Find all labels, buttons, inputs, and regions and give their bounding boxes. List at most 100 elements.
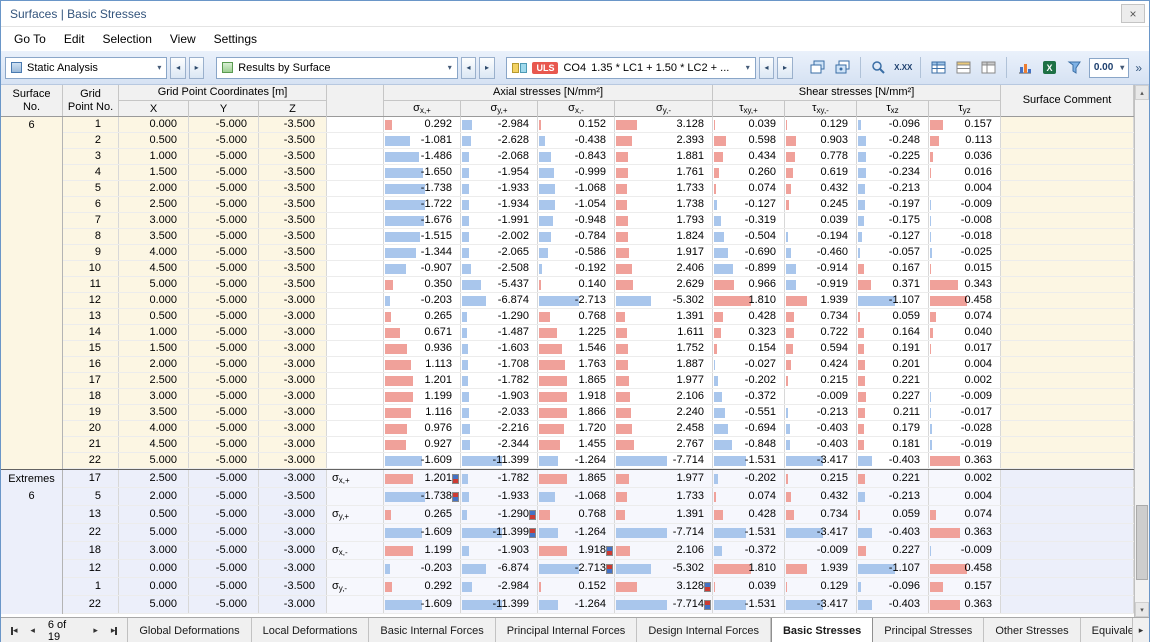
grid-point-no-cell[interactable]: 18 (63, 542, 119, 559)
stress-cell[interactable]: -0.784 (538, 229, 615, 244)
stress-cell[interactable]: 1.201 (384, 470, 461, 487)
stress-cell[interactable]: 0.002 (929, 470, 1001, 487)
stress-cell[interactable]: -0.848 (713, 437, 785, 452)
stress-cell[interactable]: -0.127 (713, 197, 785, 212)
table-row[interactable]: 2 0.500 -5.000 -3.500 -1.081 -2.628 -0.438 2.39… (63, 133, 1135, 149)
surface-comment-cell[interactable] (1001, 245, 1135, 260)
stress-cell[interactable]: -0.009 (929, 197, 1001, 212)
grid-point-no-cell[interactable]: 20 (63, 421, 119, 436)
last-table-button[interactable]: ▸ (105, 621, 123, 640)
stress-cell[interactable]: 0.265 (384, 506, 461, 523)
stress-cell[interactable]: -0.096 (857, 117, 929, 132)
coord-x-cell[interactable]: 0.000 (119, 560, 189, 577)
surface-comment-cell[interactable] (1001, 506, 1135, 523)
grid-point-no-cell[interactable]: 12 (63, 293, 119, 308)
stress-cell[interactable]: -2.065 (461, 245, 538, 260)
grid-point-no-cell[interactable]: 3 (63, 149, 119, 164)
stress-cell[interactable]: -0.192 (538, 261, 615, 276)
stress-cell[interactable]: 1.201 (384, 373, 461, 388)
stress-cell[interactable]: -0.551 (713, 405, 785, 420)
stress-cell[interactable]: 1.881 (615, 149, 713, 164)
coord-x-cell[interactable]: 5.000 (119, 524, 189, 541)
decimal-places-icon[interactable]: X.XX (892, 56, 914, 79)
coord-z-cell[interactable]: -3.000 (259, 405, 327, 420)
table-row[interactable]: 10 4.500 -5.000 -3.500 -0.907 -2.508 -0.192 2.4… (63, 261, 1135, 277)
stress-cell[interactable]: 0.966 (713, 277, 785, 292)
stress-cell[interactable]: 1.763 (538, 357, 615, 372)
surface-comment-cell[interactable] (1001, 277, 1135, 292)
tab-basic-internal-forces[interactable]: Basic Internal Forces (369, 618, 496, 642)
stress-cell[interactable]: 1.720 (538, 421, 615, 436)
coord-z-cell[interactable]: -3.500 (259, 133, 327, 148)
tab-principal-internal-forces[interactable]: Principal Internal Forces (495, 618, 638, 642)
stress-cell[interactable]: 0.936 (384, 341, 461, 356)
stress-cell[interactable]: 1.611 (615, 325, 713, 340)
grid-point-no-cell[interactable]: 10 (63, 261, 119, 276)
stress-cell[interactable]: 0.211 (857, 405, 929, 420)
stress-cell[interactable]: -0.694 (713, 421, 785, 436)
coord-z-cell[interactable]: -3.500 (259, 277, 327, 292)
excel-export-icon[interactable]: X (1038, 56, 1060, 79)
stress-cell[interactable]: 0.002 (929, 373, 1001, 388)
table-row[interactable]: 11 5.000 -5.000 -3.500 0.350 -5.437 0.140 2.629… (63, 277, 1135, 293)
stress-cell[interactable]: -1.738 (384, 181, 461, 196)
stress-cell[interactable]: 2.106 (615, 542, 713, 559)
stress-cell[interactable]: -0.018 (929, 229, 1001, 244)
stress-cell[interactable]: -7.714 (615, 596, 713, 613)
coord-x-cell[interactable]: 2.000 (119, 357, 189, 372)
stress-cell[interactable]: 2.106 (615, 389, 713, 404)
surface-comment-cell[interactable] (1001, 165, 1135, 180)
surface-comment-cell[interactable] (1001, 261, 1135, 276)
stress-cell[interactable]: -1.676 (384, 213, 461, 228)
stress-cell[interactable]: 0.191 (857, 341, 929, 356)
table-row[interactable]: 18 3.000 -5.000 -3.000 1.199 -1.903 1.918 2.106… (63, 389, 1135, 405)
tab-scroll-right-icon[interactable]: ▸ (1132, 618, 1149, 642)
stress-cell[interactable]: -1.708 (461, 357, 538, 372)
coord-x-cell[interactable]: 2.500 (119, 197, 189, 212)
menu-item-view[interactable]: View (161, 29, 205, 49)
table-row[interactable]: 21 4.500 -5.000 -3.000 0.927 -2.344 1.455 2.767… (63, 437, 1135, 453)
stress-cell[interactable]: 0.040 (929, 325, 1001, 340)
table-row[interactable]: 13 0.500 -5.000 -3.000 0.265 -1.290 0.768 1.391… (63, 309, 1135, 325)
stress-cell[interactable]: -0.025 (929, 245, 1001, 260)
surface-comment-cell[interactable] (1001, 229, 1135, 244)
grid-point-no-cell[interactable]: 22 (63, 453, 119, 468)
stress-cell[interactable]: -2.984 (461, 117, 538, 132)
coord-x-cell[interactable]: 4.500 (119, 261, 189, 276)
search-icon[interactable] (867, 56, 889, 79)
coord-y-cell[interactable]: -5.000 (189, 578, 259, 595)
stress-cell[interactable]: 1.866 (538, 405, 615, 420)
stress-cell[interactable]: -1.609 (384, 596, 461, 613)
stress-cell[interactable]: -0.586 (538, 245, 615, 260)
table-row[interactable]: 8 3.500 -5.000 -3.500 -1.515 -2.002 -0.784 1.82… (63, 229, 1135, 245)
table-view-icon[interactable] (927, 56, 949, 79)
coord-z-cell[interactable]: -3.500 (259, 229, 327, 244)
grid-point-no-cell[interactable]: 16 (63, 357, 119, 372)
stress-cell[interactable]: -11.399 (461, 524, 538, 541)
coord-z-cell[interactable]: -3.500 (259, 488, 327, 505)
grid-point-no-cell[interactable]: 22 (63, 524, 119, 541)
stress-cell[interactable]: -0.372 (713, 542, 785, 559)
coord-x-cell[interactable]: 0.500 (119, 309, 189, 324)
prev-table-button[interactable]: ◂ (24, 621, 41, 640)
stress-cell[interactable]: 0.619 (785, 165, 857, 180)
stress-cell[interactable]: 1.918 (538, 389, 615, 404)
surface-comment-cell[interactable] (1001, 389, 1135, 404)
grid-point-no-cell[interactable]: 21 (63, 437, 119, 452)
stress-cell[interactable]: -1.486 (384, 149, 461, 164)
stress-cell[interactable]: -0.438 (538, 133, 615, 148)
coord-y-cell[interactable]: -5.000 (189, 524, 259, 541)
coord-z-cell[interactable]: -3.000 (259, 506, 327, 523)
combo-next-button[interactable]: ▸ (777, 56, 793, 79)
table-row[interactable]: 9 4.000 -5.000 -3.500 -1.344 -2.065 -0.586 1.91… (63, 245, 1135, 261)
coord-y-cell[interactable]: -5.000 (189, 277, 259, 292)
coord-z-cell[interactable]: -3.000 (259, 421, 327, 436)
surface-comment-cell[interactable] (1001, 213, 1135, 228)
stress-cell[interactable]: -5.437 (461, 277, 538, 292)
table-row[interactable]: 22 5.000 -5.000 -3.000 -1.609 -11.399 -1.264 -7… (63, 453, 1135, 469)
table-filter-rows-icon[interactable] (953, 56, 975, 79)
stress-cell[interactable]: 2.406 (615, 261, 713, 276)
stress-cell[interactable]: 0.074 (713, 488, 785, 505)
stress-cell[interactable]: 0.154 (713, 341, 785, 356)
grid-point-no-cell[interactable]: 5 (63, 488, 119, 505)
